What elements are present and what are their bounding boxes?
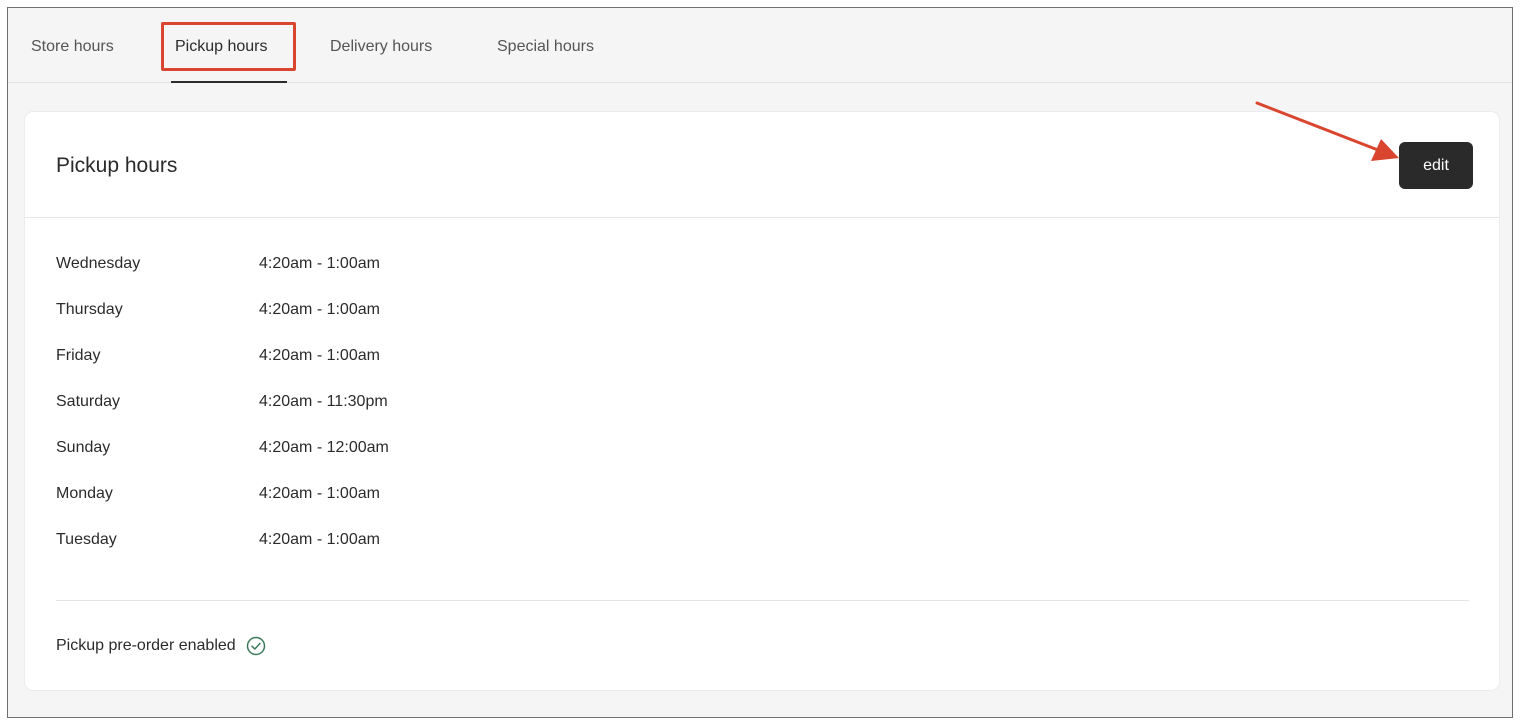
hours-range: 4:20am - 1:00am <box>259 347 380 364</box>
hours-list: Wednesday 4:20am - 1:00am Thursday 4:20a… <box>56 255 556 577</box>
hours-day: Saturday <box>56 393 121 410</box>
hours-row: Tuesday 4:20am - 1:00am <box>56 531 556 577</box>
hours-row: Thursday 4:20am - 1:00am <box>56 301 556 347</box>
hours-day: Friday <box>56 347 101 364</box>
preorder-label: Pickup pre-order enabled <box>56 637 236 654</box>
tab-store-hours[interactable]: Store hours <box>31 38 114 56</box>
check-circle-icon <box>246 636 266 656</box>
pickup-hours-card: Pickup hours edit Wednesday 4:20am - 1:0… <box>25 112 1499 690</box>
tab-bar: Store hours Pickup hours Delivery hours … <box>8 8 1512 83</box>
hours-day: Sunday <box>56 439 111 456</box>
hours-row: Sunday 4:20am - 12:00am <box>56 439 556 485</box>
hours-range: 4:20am - 1:00am <box>259 301 380 318</box>
hours-row: Wednesday 4:20am - 1:00am <box>56 255 556 301</box>
edit-button[interactable]: edit <box>1399 142 1473 189</box>
hours-range: 4:20am - 1:00am <box>259 255 380 272</box>
hours-day: Tuesday <box>56 531 117 548</box>
hours-row: Friday 4:20am - 1:00am <box>56 347 556 393</box>
active-tab-underline <box>171 81 287 83</box>
hours-range: 4:20am - 1:00am <box>259 485 380 502</box>
card-header: Pickup hours edit <box>25 112 1499 218</box>
app-frame: Store hours Pickup hours Delivery hours … <box>7 7 1513 718</box>
hours-day: Monday <box>56 485 113 502</box>
hours-day: Thursday <box>56 301 123 318</box>
tab-pickup-hours[interactable]: Pickup hours <box>175 38 268 56</box>
divider <box>56 600 1469 601</box>
tab-delivery-hours[interactable]: Delivery hours <box>330 38 432 56</box>
hours-day: Wednesday <box>56 255 141 272</box>
tab-special-hours[interactable]: Special hours <box>497 38 594 56</box>
card-title: Pickup hours <box>56 154 178 177</box>
hours-range: 4:20am - 11:30pm <box>259 393 388 410</box>
hours-range: 4:20am - 1:00am <box>259 531 380 548</box>
preorder-status: Pickup pre-order enabled <box>56 636 266 656</box>
hours-row: Saturday 4:20am - 11:30pm <box>56 393 556 439</box>
hours-row: Monday 4:20am - 1:00am <box>56 485 556 531</box>
hours-range: 4:20am - 12:00am <box>259 439 389 456</box>
